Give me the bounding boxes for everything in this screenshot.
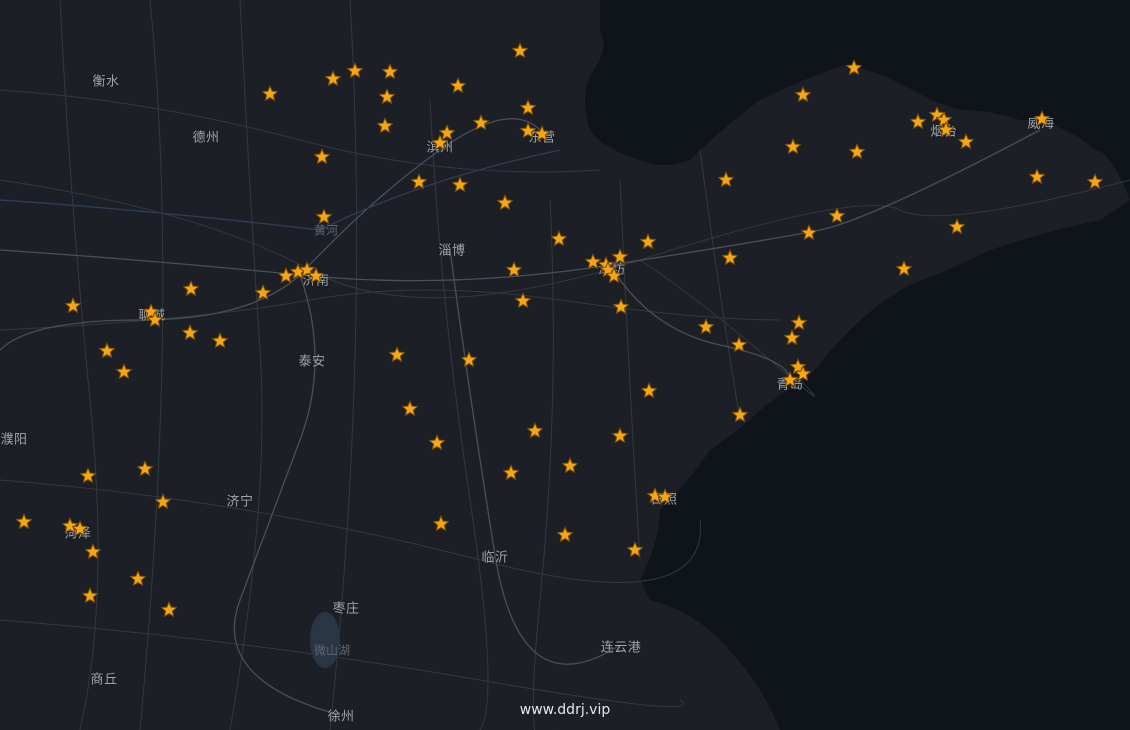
star-marker-icon[interactable] [781, 371, 799, 387]
star-marker-icon[interactable] [640, 382, 658, 398]
star-marker-icon[interactable] [432, 515, 450, 531]
star-marker-icon[interactable] [378, 88, 396, 104]
star-marker-icon[interactable] [451, 176, 469, 192]
star-marker-icon[interactable] [730, 336, 748, 352]
star-marker-icon[interactable] [154, 493, 172, 509]
star-marker-icon[interactable] [519, 99, 537, 115]
star-marker-icon[interactable] [526, 422, 544, 438]
star-marker-icon[interactable] [438, 124, 456, 140]
star-marker-icon[interactable] [61, 517, 79, 533]
star-marker-icon[interactable] [721, 249, 739, 265]
star-marker-icon[interactable] [84, 543, 102, 559]
star-marker-icon[interactable] [845, 59, 863, 75]
star-marker-icon[interactable] [828, 207, 846, 223]
star-marker-icon[interactable] [64, 297, 82, 313]
star-marker-icon[interactable] [472, 114, 490, 130]
star-marker-icon[interactable] [639, 233, 657, 249]
star-marker-icon[interactable] [731, 406, 749, 422]
star-marker-icon[interactable] [584, 253, 602, 269]
map-canvas[interactable]: 衡水德州滨州东营黄河济南淄博潍坊烟台威海聊城泰安濮阳济宁菏泽日照临沂枣庄微山湖连… [0, 0, 1130, 730]
star-marker-icon[interactable] [611, 248, 629, 264]
star-marker-icon[interactable] [449, 77, 467, 93]
star-marker-icon[interactable] [550, 230, 568, 246]
star-marker-icon[interactable] [626, 541, 644, 557]
star-marker-icon[interactable] [136, 460, 154, 476]
star-marker-icon[interactable] [519, 122, 537, 138]
star-marker-icon[interactable] [611, 427, 629, 443]
star-marker-icon[interactable] [697, 318, 715, 334]
star-marker-icon[interactable] [81, 587, 99, 603]
star-marker-icon[interactable] [783, 329, 801, 345]
star-marker-icon[interactable] [502, 464, 520, 480]
star-marker-icon[interactable] [556, 526, 574, 542]
star-marker-icon[interactable] [401, 400, 419, 416]
star-marker-icon[interactable] [948, 218, 966, 234]
star-marker-icon[interactable] [909, 113, 927, 129]
star-marker-icon[interactable] [261, 85, 279, 101]
marker-layer [15, 42, 1104, 617]
star-marker-icon[interactable] [346, 62, 364, 78]
star-marker-icon[interactable] [794, 86, 812, 102]
star-marker-icon[interactable] [460, 351, 478, 367]
star-marker-icon[interactable] [115, 363, 133, 379]
star-marker-icon[interactable] [561, 457, 579, 473]
star-marker-icon[interactable] [790, 314, 808, 330]
star-marker-icon[interactable] [895, 260, 913, 276]
star-marker-icon[interactable] [211, 332, 229, 348]
star-marker-icon[interactable] [160, 601, 178, 617]
star-marker-icon[interactable] [800, 224, 818, 240]
star-marker-icon[interactable] [505, 261, 523, 277]
star-marker-icon[interactable] [784, 138, 802, 154]
star-marker-icon[interactable] [514, 292, 532, 308]
star-marker-icon[interactable] [98, 342, 116, 358]
star-marker-icon[interactable] [313, 148, 331, 164]
watermark: www.ddrj.vip [519, 702, 611, 718]
star-marker-icon[interactable] [315, 208, 333, 224]
star-marker-icon[interactable] [381, 63, 399, 79]
star-marker-icon[interactable] [129, 570, 147, 586]
star-marker-icon[interactable] [182, 280, 200, 296]
star-marker-icon[interactable] [1028, 168, 1046, 184]
star-marker-icon[interactable] [15, 513, 33, 529]
star-marker-icon[interactable] [181, 324, 199, 340]
star-marker-icon[interactable] [254, 284, 272, 300]
star-marker-icon[interactable] [1033, 110, 1051, 126]
star-marker-icon[interactable] [612, 298, 630, 314]
star-marker-icon[interactable] [496, 194, 514, 210]
star-marker-icon[interactable] [324, 70, 342, 86]
star-marker-icon[interactable] [957, 133, 975, 149]
star-marker-icon[interactable] [848, 143, 866, 159]
star-marker-icon[interactable] [79, 467, 97, 483]
star-marker-icon[interactable] [376, 117, 394, 133]
star-marker-icon[interactable] [1086, 173, 1104, 189]
star-marker-icon[interactable] [511, 42, 529, 58]
star-marker-icon[interactable] [428, 434, 446, 450]
star-marker-icon[interactable] [533, 125, 551, 141]
star-marker-icon[interactable] [410, 173, 428, 189]
star-marker-icon[interactable] [717, 171, 735, 187]
star-marker-icon[interactable] [388, 346, 406, 362]
